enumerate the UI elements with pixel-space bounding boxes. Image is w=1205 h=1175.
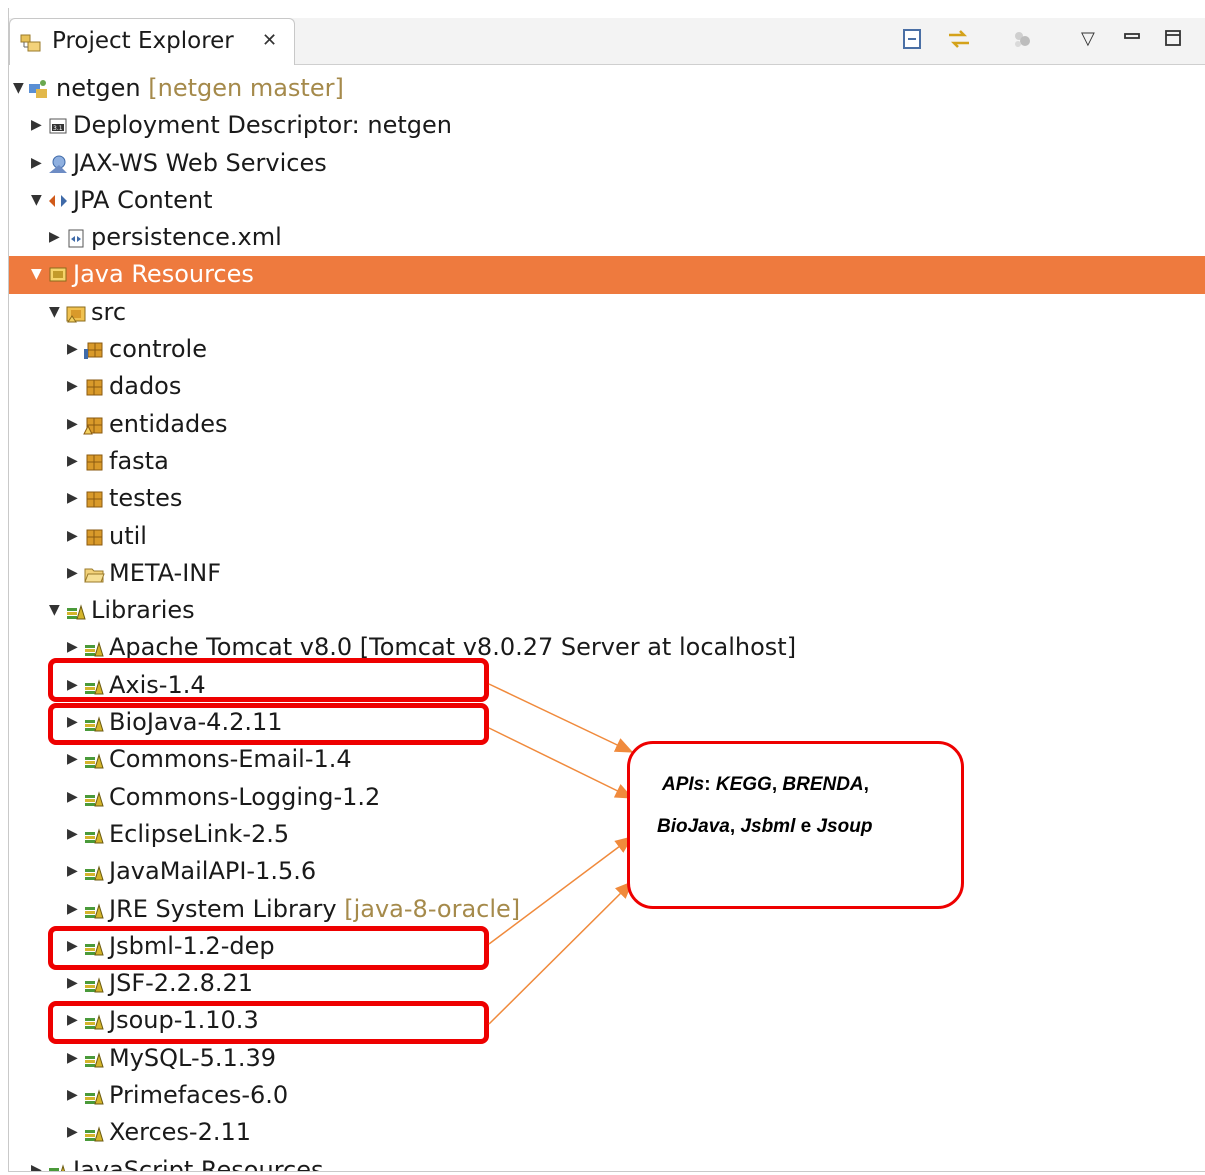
arrow-jsoup [488, 880, 634, 1025]
annotation-arrows [488, 683, 634, 1025]
callout-line-2: BioJava, Jsbml e Jsoup [657, 816, 873, 837]
arrow-jsbml [488, 836, 634, 945]
apis-callout: APIs: KEGG, BRENDA, BioJava, Jsbml e Jso… [627, 741, 964, 909]
arrow-axis [488, 683, 634, 753]
callout-line-1: APIs: KEGG, BRENDA, [662, 774, 869, 795]
arrow-biojava [488, 727, 634, 799]
